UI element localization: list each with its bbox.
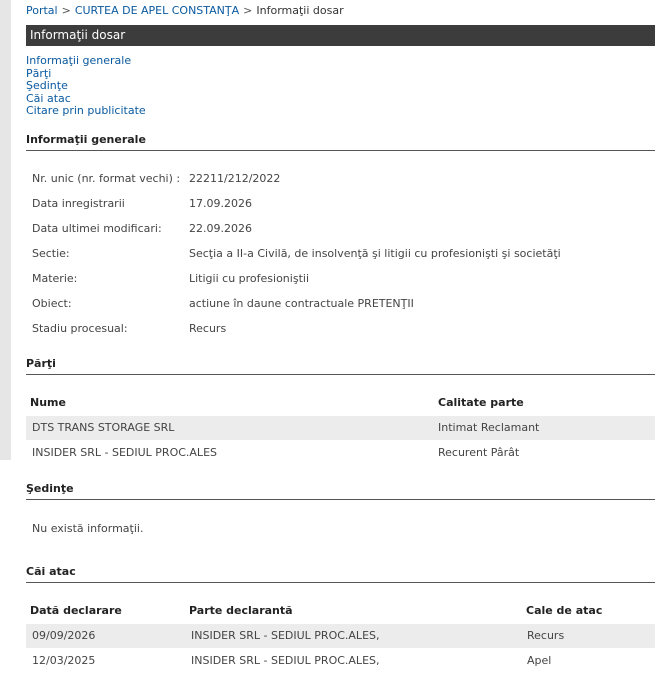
breadcrumb-court-link[interactable]: CURTEA DE APEL CONSTANŢA [75,4,239,17]
info-value: 22.09.2026 [189,222,252,235]
column-header-parte-declaranta: Parte declarantă [189,604,293,617]
info-row: Data inregistrarii 17.09.2026 [32,194,652,214]
info-label: Data inregistrarii [32,197,125,210]
toc-link-citare-prin-publicitate[interactable]: Citare prin publicitate [26,104,146,118]
toc-link-informatii-generale[interactable]: Informaţii generale [26,54,146,68]
info-value: actiune în daune contractuale PRETENŢII [189,297,414,310]
section-heading-parti: Părţi [26,357,655,375]
party-role: Recurent Pârât [438,446,520,459]
info-value: Recurs [189,322,227,335]
column-header-calitate-parte: Calitate parte [438,396,524,409]
breadcrumb-portal-link[interactable]: Portal [26,4,58,17]
breadcrumb-separator: > [61,4,71,17]
info-label: Stadiu procesual: [32,322,128,335]
declaring-party: INSIDER SRL - SEDIUL PROC.ALES, [191,654,380,667]
table-of-contents: Informaţii generale Părţi Şedinţe Căi at… [26,54,146,118]
section-heading-cai-atac: Căi atac [26,565,655,583]
info-value: Litigii cu profesioniştii [189,272,309,285]
info-label: Materie: [32,272,78,285]
breadcrumb: Portal > CURTEA DE APEL CONSTANŢA > Informaţ… [26,0,655,24]
toc-link-sedinte[interactable]: Şedinţe [26,79,146,93]
empty-message: Nu există informaţii. [32,522,144,535]
info-label: Data ultimei modificari: [32,222,162,235]
table-row: INSIDER SRL - SEDIUL PROC.ALES Recurent … [26,441,655,465]
breadcrumb-separator: > [243,4,253,17]
table-row: 09/09/2026 INSIDER SRL - SEDIUL PROC.ALE… [26,624,655,648]
info-row: Stadiu procesual: Recurs [32,319,652,339]
party-role: Intimat Reclamant [438,421,540,434]
declaration-date: 09/09/2026 [32,629,96,642]
party-name: INSIDER SRL - SEDIUL PROC.ALES [32,446,217,459]
main-content: Portal > CURTEA DE APEL CONSTANŢA > Informaţ… [26,0,655,667]
appeal-type: Apel [527,654,552,667]
section-heading-informatii-generale: Informaţii generale [26,133,655,151]
section-heading-sedinte: Şedinţe [26,482,655,500]
info-value: Secţia a II-a Civilă, de insolvenţă şi l… [189,247,561,260]
parti-table-header: Nume Calitate parte [26,392,655,414]
breadcrumb-current: Informaţii dosar [256,4,344,17]
info-row: Sectie: Secţia a II-a Civilă, de insolve… [32,244,652,264]
info-value: 17.09.2026 [189,197,252,210]
info-row: Nr. unic (nr. format vechi) : 22211/212/… [32,169,652,189]
info-value: 22211/212/2022 [189,172,281,185]
info-label: Obiect: [32,297,72,310]
declaration-date: 12/03/2025 [32,654,96,667]
info-row: Materie: Litigii cu profesioniştii [32,269,652,289]
cai-atac-table-header: Dată declarare Parte declarantă Cale de … [26,600,655,622]
info-label: Sectie: [32,247,70,260]
table-row: 12/03/2025 INSIDER SRL - SEDIUL PROC.ALE… [26,649,655,673]
info-label: Nr. unic (nr. format vechi) : [32,172,181,185]
column-header-cale-de-atac: Cale de atac [526,604,603,617]
column-header-nume: Nume [30,396,66,409]
info-row: Data ultimei modificari: 22.09.2026 [32,219,652,239]
appeal-type: Recurs [527,629,565,642]
table-row: DTS TRANS STORAGE SRL Intimat Reclamant [26,416,655,440]
page-title: Informaţii dosar [26,25,655,46]
party-name: DTS TRANS STORAGE SRL [32,421,175,434]
info-row: Obiect: actiune în daune contractuale PR… [32,294,652,314]
column-header-data-declarare: Dată declarare [30,604,122,617]
declaring-party: INSIDER SRL - SEDIUL PROC.ALES, [191,629,380,642]
left-strip [0,0,11,460]
